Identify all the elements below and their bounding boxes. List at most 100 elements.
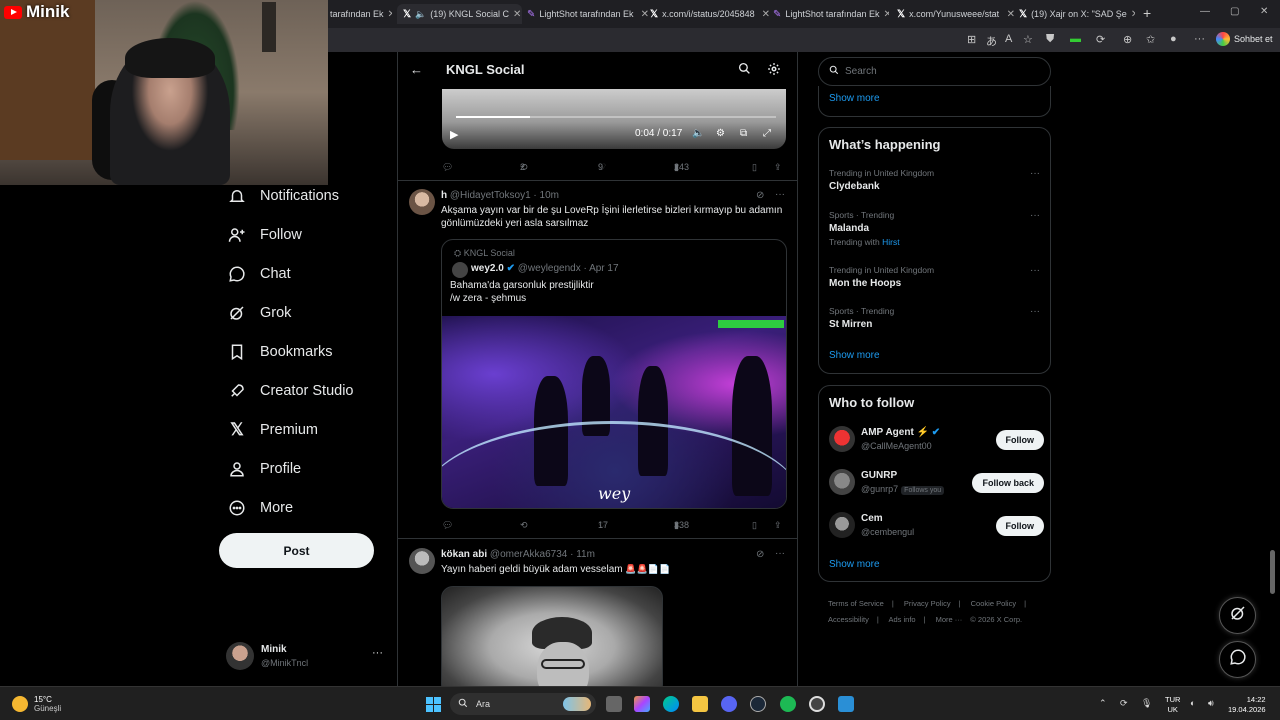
tracker-icon[interactable]: ⊕ — [1123, 33, 1132, 46]
extension-shield-icon[interactable]: ⛊ — [1046, 33, 1054, 46]
browser-tab[interactable]: ✎ LightShot tarafından Ek ✕ — [773, 4, 889, 24]
footer-link[interactable]: Cookie Policy — [971, 599, 1016, 608]
edge-browser-icon[interactable] — [663, 696, 679, 712]
nav-bookmarks[interactable]: Bookmarks — [220, 332, 390, 371]
close-tab-icon[interactable]: ✕ — [1131, 9, 1135, 20]
avatar[interactable] — [409, 189, 435, 215]
close-tab-icon[interactable]: ✕ — [1007, 9, 1015, 20]
show-more-link[interactable]: Show more — [829, 350, 880, 361]
browser-tab[interactable]: ✎ LightShot tarafından Ek ✕ — [527, 4, 649, 24]
grok-icon[interactable]: ⊘ — [756, 549, 764, 560]
more-dots-icon[interactable]: ··· — [775, 189, 785, 200]
follow-button[interactable]: Follow — [995, 430, 1044, 450]
translate-icon[interactable]: あ — [986, 33, 997, 49]
show-more-link[interactable]: Show more — [829, 93, 880, 104]
more-dots-icon[interactable]: ··· — [775, 548, 785, 559]
nav-chat[interactable]: Chat — [220, 254, 390, 293]
read-aloud-icon[interactable]: A — [1005, 33, 1012, 45]
footer-link[interactable]: Accessibility — [828, 615, 869, 624]
grok-fab-button[interactable] — [1219, 597, 1256, 634]
maximize-icon[interactable]: ▢ — [1230, 6, 1239, 17]
video-player[interactable]: ▶ 0:04 / 0:17 🔈 ⚙ ⧉ ⤢ — [442, 89, 786, 149]
language-indicator[interactable]: TUR UK — [1165, 695, 1180, 715]
extension-battery-icon[interactable]: ▬ — [1070, 33, 1081, 45]
browser-tab[interactable]: 𝕏 (19) Xajr on X: "SAD Şe✕ — [1019, 4, 1135, 24]
follow-button[interactable]: Follow — [995, 516, 1044, 536]
steam-icon[interactable] — [750, 696, 766, 712]
photos-icon[interactable] — [838, 696, 854, 712]
more-dots-icon[interactable]: ··· — [1030, 265, 1040, 276]
browser-tab[interactable]: 𝕏 x.com/i/status/2045848 ✕ — [650, 4, 770, 24]
more-dots-icon[interactable]: ··· — [1030, 168, 1040, 179]
windows-start-icon[interactable] — [426, 697, 441, 712]
extension-icon[interactable]: ⟳ — [1096, 33, 1105, 46]
search-input[interactable]: Search — [818, 57, 1051, 86]
nav-grok[interactable]: Grok — [220, 293, 390, 332]
discord-icon[interactable] — [721, 696, 737, 712]
favorites-icon[interactable]: ✩ — [1146, 33, 1155, 46]
system-clock[interactable]: 14:22 19.04.2026 — [1228, 695, 1266, 715]
copilot-app-icon[interactable] — [634, 696, 650, 712]
more-dots-icon[interactable]: ··· — [372, 647, 383, 659]
close-window-icon[interactable]: ✕ — [1260, 6, 1268, 17]
account-switcher[interactable]: Minik @MinikTncl ··· — [226, 642, 386, 672]
play-icon[interactable]: ▶ — [450, 128, 458, 141]
follow-back-button[interactable]: Follow back — [972, 473, 1044, 493]
tray-app-icon[interactable]: ⟳ — [1120, 698, 1128, 709]
close-tab-icon[interactable]: ✕ — [883, 9, 889, 20]
nav-profile[interactable]: Profile — [220, 449, 390, 488]
trend-item[interactable]: Sports · Trending Malanda Trending with … — [829, 210, 1044, 247]
back-arrow-icon[interactable]: ← — [410, 62, 423, 77]
footer-link[interactable]: Terms of Service — [828, 599, 884, 608]
nav-more[interactable]: More — [220, 488, 390, 527]
obs-icon[interactable] — [809, 696, 825, 712]
profile-avatar-icon[interactable]: ● — [1170, 33, 1177, 45]
messages-fab-button[interactable] — [1219, 641, 1256, 678]
favorite-star-icon[interactable]: ☆ — [1023, 33, 1033, 46]
close-tab-icon[interactable]: ✕ — [513, 9, 521, 20]
nav-creator-studio[interactable]: Creator Studio — [220, 371, 390, 410]
footer-link[interactable]: Privacy Policy — [904, 599, 951, 608]
new-tab-button[interactable]: + — [1143, 5, 1151, 21]
more-dots-icon[interactable]: ··· — [1030, 306, 1040, 317]
nav-follow[interactable]: Follow — [220, 215, 390, 254]
trend-item[interactable]: Trending in United Kingdom Mon the Hoops… — [829, 265, 1044, 289]
trend-with-link[interactable]: Hirst — [882, 237, 899, 247]
footer-link[interactable]: More ··· — [936, 615, 963, 624]
volume-icon[interactable]: 🔈 — [692, 128, 704, 139]
taskbar-search[interactable]: Ara — [450, 693, 596, 715]
weather-widget[interactable]: 15°C Güneşli — [12, 695, 61, 713]
browser-menu-icon[interactable]: ··· — [1194, 33, 1205, 45]
fullscreen-icon[interactable]: ⤢ — [763, 128, 771, 139]
nav-premium[interactable]: 𝕏 Premium — [220, 410, 390, 449]
volume-icon[interactable]: 🔊︎ — [1208, 698, 1214, 709]
follow-suggestion[interactable]: AMP Agent ⚡ ✔ @CallMeAgent00 Follow — [829, 426, 1044, 456]
network-icon[interactable]: ◐ — [1190, 698, 1195, 708]
browser-tab[interactable]: 𝕏 x.com/Yunusweee/stat ✕ — [897, 4, 1015, 24]
tweet-media-image[interactable] — [441, 586, 663, 686]
follow-suggestion[interactable]: GUNRP @gunrp7 Follows you Follow back — [829, 469, 1044, 499]
quote-media-image[interactable]: wey — [442, 316, 786, 508]
browser-tab-active[interactable]: 𝕏 🔈 (19) KNGL Social C ✕ — [397, 4, 522, 24]
video-progress-bar[interactable] — [456, 116, 776, 118]
follow-suggestion[interactable]: Cem @cembengul Follow — [829, 512, 1044, 542]
spotify-icon[interactable] — [780, 696, 796, 712]
close-tab-icon[interactable]: ✕ — [388, 9, 392, 20]
close-tab-icon[interactable]: ✕ — [641, 9, 649, 20]
gear-icon[interactable] — [767, 62, 781, 81]
task-view-icon[interactable] — [606, 696, 622, 712]
tweet-author[interactable]: h @HidayetToksoy1 · 10m — [441, 190, 559, 201]
file-explorer-icon[interactable] — [692, 696, 708, 712]
microphone-icon[interactable]: 🎙︎ — [1141, 698, 1152, 709]
trend-item[interactable]: Sports · Trending St Mirren ··· — [829, 306, 1044, 330]
settings-gear-icon[interactable]: ⚙ — [716, 128, 725, 139]
page-scrollbar[interactable] — [1270, 550, 1275, 594]
copilot-chat-button[interactable]: Sohbet et — [1216, 32, 1273, 46]
browser-tab[interactable]: tarafından Ek ✕ — [330, 4, 392, 24]
grok-icon[interactable]: ⊘ — [756, 190, 764, 201]
quoted-tweet[interactable]: ⛭ KNGL Social wey2.0 ✔ @weylegendx · Apr… — [441, 239, 787, 509]
minimize-icon[interactable]: — — [1200, 6, 1210, 17]
pip-icon[interactable]: ⧉ — [740, 128, 747, 139]
trend-item[interactable]: Trending in United Kingdom Clydebank ··· — [829, 168, 1044, 192]
show-more-link[interactable]: Show more — [829, 559, 880, 570]
